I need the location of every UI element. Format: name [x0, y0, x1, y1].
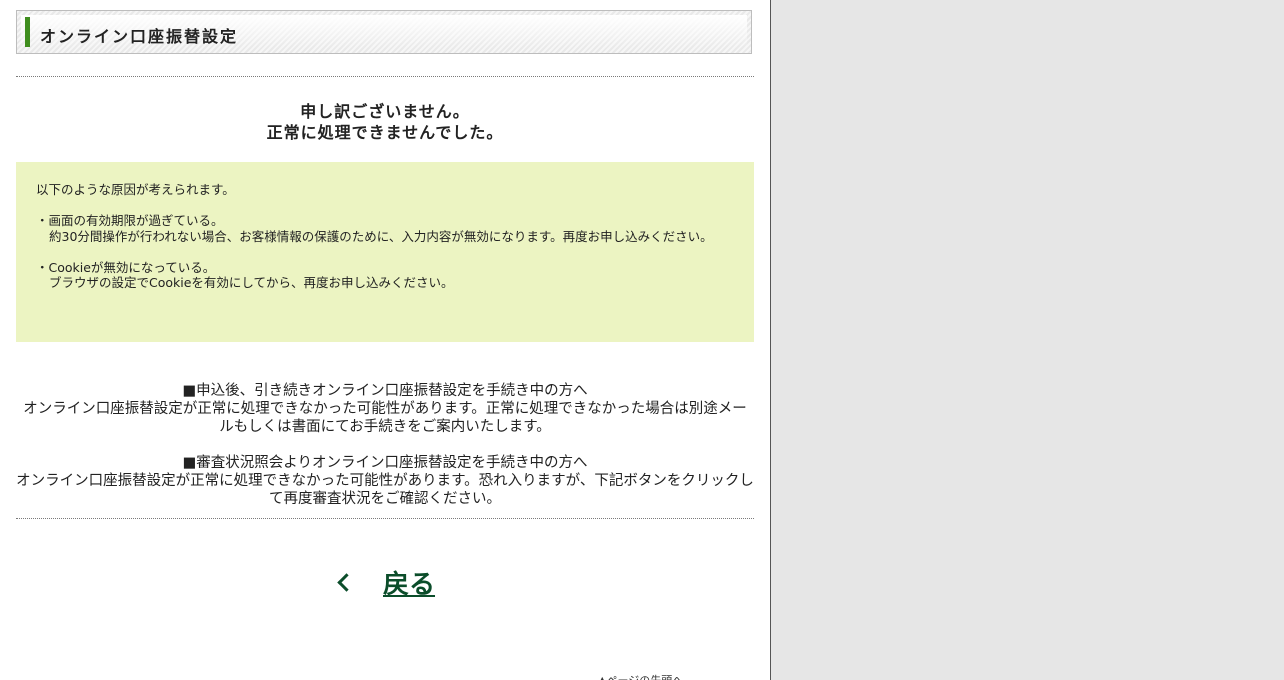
notice-body-status: オンライン口座振替設定が正常に処理できなかった可能性があります。恐れ入りますが、…: [16, 473, 754, 507]
error-message-line-2: 正常に処理できませんでした。: [266, 123, 504, 142]
header-accent-bar: [25, 17, 30, 47]
reason-box: 以下のような原因が考えられます。 ・画面の有効期限が過ぎている。 約30分間操作…: [16, 162, 754, 342]
reason-title-cookie: ・Cookieが無効になっている。: [36, 259, 216, 275]
chevron-left-icon: [337, 572, 356, 592]
main-content: オンライン口座振替設定 申し訳ございません。 正常に処理できませんでした。 以下…: [0, 0, 771, 680]
notice-body-application: オンライン口座振替設定が正常に処理できなかった可能性があります。正常に処理できな…: [23, 401, 747, 435]
reason-detail-expired: 約30分間操作が行われない場合、お客様情報の保護のために、入力内容が無効になりま…: [49, 228, 713, 244]
page-top-link[interactable]: ▲ページの先頭へ: [598, 672, 683, 680]
divider-top: [16, 76, 754, 77]
divider-bottom: [16, 518, 754, 519]
back-button-label: 戻る: [383, 569, 436, 600]
page-title: オンライン口座振替設定: [40, 27, 239, 46]
error-message: 申し訳ございません。 正常に処理できませんでした。: [16, 101, 754, 143]
reason-detail-cookie: ブラウザの設定でCookieを有効にしてから、再度お申し込みください。: [49, 275, 454, 290]
page-header: オンライン口座振替設定: [16, 10, 752, 54]
back-button[interactable]: 戻る: [334, 562, 435, 602]
reason-intro: 以下のような原因が考えられます。: [36, 182, 235, 197]
error-message-line-1: 申し訳ございません。: [300, 102, 470, 121]
notices: ■申込後、引き続きオンライン口座振替設定を手続き中の方へ オンライン口座振替設定…: [16, 382, 754, 508]
reason-title-expired: ・画面の有効期限が過ぎている。: [36, 213, 224, 228]
notice-heading-application: ■申込後、引き続きオンライン口座振替設定を手続き中の方へ: [182, 383, 588, 399]
notice-heading-status: ■審査状況照会よりオンライン口座振替設定を手続き中の方へ: [182, 455, 588, 471]
